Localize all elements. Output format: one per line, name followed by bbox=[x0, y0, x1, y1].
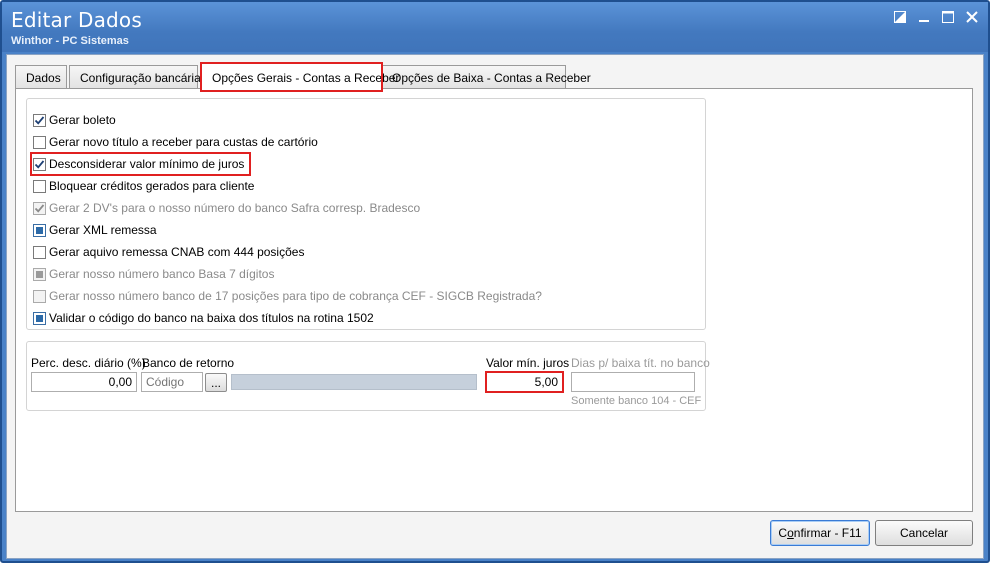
option-label: Gerar boleto bbox=[49, 113, 116, 127]
window-subtitle: Winthor - PC Sistemas bbox=[11, 35, 129, 47]
dias-baixa-input[interactable] bbox=[571, 372, 695, 392]
fields-group: Perc. desc. diário (%) Banco de retorno … bbox=[26, 341, 710, 411]
option-validar-codigo-banco-1502[interactable]: Validar o código do banco na baixa dos t… bbox=[33, 309, 374, 327]
option-label: Gerar XML remessa bbox=[49, 223, 157, 237]
banco-retorno-code-input[interactable] bbox=[141, 372, 203, 392]
restore-layout-icon[interactable] bbox=[890, 8, 910, 26]
checkbox-unchecked-icon[interactable] bbox=[33, 135, 46, 149]
checkbox-unchecked-icon[interactable] bbox=[33, 179, 46, 193]
checkbox-unchecked-disabled-icon bbox=[33, 289, 46, 303]
option-gerar-xml-remessa[interactable]: Gerar XML remessa bbox=[33, 221, 157, 239]
close-icon[interactable] bbox=[962, 8, 982, 26]
option-desconsiderar-valor-minimo-juros[interactable]: Desconsiderar valor mínimo de juros bbox=[29, 152, 252, 176]
dias-baixa-hint: Somente banco 104 - CEF bbox=[571, 395, 702, 407]
option-label: Gerar aquivo remessa CNAB com 444 posiçõ… bbox=[49, 245, 305, 259]
tab-opcoes-de-baixa[interactable]: Opções de Baixa - Contas a Receber bbox=[381, 65, 591, 89]
option-nosso-numero-basa: Gerar nosso número banco Basa 7 dígitos bbox=[33, 265, 274, 283]
option-bloquear-creditos[interactable]: Bloquear créditos gerados para cliente bbox=[33, 177, 254, 195]
option-gerar-boleto[interactable]: Gerar boleto bbox=[33, 111, 116, 129]
checkbox-checked-icon[interactable] bbox=[33, 157, 46, 171]
option-gerar-2-dvs-safra: Gerar 2 DV's para o nosso número do banc… bbox=[33, 199, 420, 217]
perc-desc-input[interactable] bbox=[31, 372, 137, 392]
option-label: Validar o código do banco na baixa dos t… bbox=[49, 311, 374, 325]
valor-min-juros-label: Valor mín. juros bbox=[486, 356, 570, 370]
checkbox-unchecked-icon[interactable] bbox=[33, 245, 46, 259]
option-label: Bloquear créditos gerados para cliente bbox=[49, 179, 255, 193]
option-label: Gerar nosso número banco Basa 7 dígitos bbox=[49, 267, 275, 281]
banco-retorno-browse-button[interactable]: ... bbox=[205, 373, 227, 392]
option-label: Desconsiderar valor mínimo de juros bbox=[49, 157, 245, 171]
title-bar[interactable]: Editar Dados Winthor - PC Sistemas bbox=[2, 2, 988, 52]
option-gerar-novo-titulo[interactable]: Gerar novo título a receber para custas … bbox=[33, 133, 318, 151]
option-label: Gerar 2 DV's para o nosso número do banc… bbox=[49, 201, 421, 215]
confirm-label-rest: nfirmar - F11 bbox=[793, 526, 862, 540]
checkbox-indeterminate-disabled-icon bbox=[33, 267, 46, 281]
checkbox-indeterminate-icon[interactable] bbox=[33, 311, 46, 325]
dialog-client-area: Dados Configuração bancária Opções Gerai… bbox=[6, 54, 984, 559]
tab-dados[interactable]: Dados bbox=[15, 65, 67, 89]
window: Editar Dados Winthor - PC Sistemas Dados… bbox=[0, 0, 990, 563]
dias-baixa-label: Dias p/ baixa tít. no banco bbox=[571, 356, 710, 370]
option-label: Gerar novo título a receber para custas … bbox=[49, 135, 318, 149]
valor-min-juros-input[interactable] bbox=[485, 371, 564, 393]
cancel-button[interactable]: Cancelar bbox=[875, 520, 973, 546]
option-nosso-numero-cef-sigcb: Gerar nosso número banco de 17 posições … bbox=[33, 287, 542, 305]
options-group: Gerar boleto Gerar novo título a receber… bbox=[26, 98, 706, 330]
option-gerar-arquivo-cnab-444[interactable]: Gerar aquivo remessa CNAB com 444 posiçõ… bbox=[33, 243, 304, 261]
maximize-icon[interactable] bbox=[938, 8, 958, 26]
window-title: Editar Dados bbox=[11, 8, 142, 32]
tab-panel-opcoes-gerais: Gerar boleto Gerar novo título a receber… bbox=[15, 88, 973, 512]
checkbox-indeterminate-icon[interactable] bbox=[33, 223, 46, 237]
tab-opcoes-gerais[interactable]: Opções Gerais - Contas a Receber bbox=[200, 62, 399, 92]
confirm-label-prefix: C bbox=[778, 526, 788, 540]
confirm-label-accelerator: o bbox=[787, 526, 794, 540]
checkbox-checked-icon[interactable] bbox=[33, 113, 46, 127]
confirm-button[interactable]: Co nfirmar - F11 bbox=[770, 520, 870, 546]
option-label: Gerar nosso número banco de 17 posições … bbox=[49, 289, 542, 303]
tab-configuracao-bancaria[interactable]: Configuração bancária bbox=[69, 65, 201, 89]
banco-retorno-label: Banco de retorno bbox=[142, 356, 235, 370]
banco-retorno-name-field bbox=[231, 374, 477, 390]
checkbox-checked-disabled-icon bbox=[33, 201, 46, 215]
window-controls bbox=[890, 8, 982, 26]
perc-desc-label: Perc. desc. diário (%) bbox=[31, 356, 146, 370]
minimize-icon[interactable] bbox=[914, 8, 934, 26]
